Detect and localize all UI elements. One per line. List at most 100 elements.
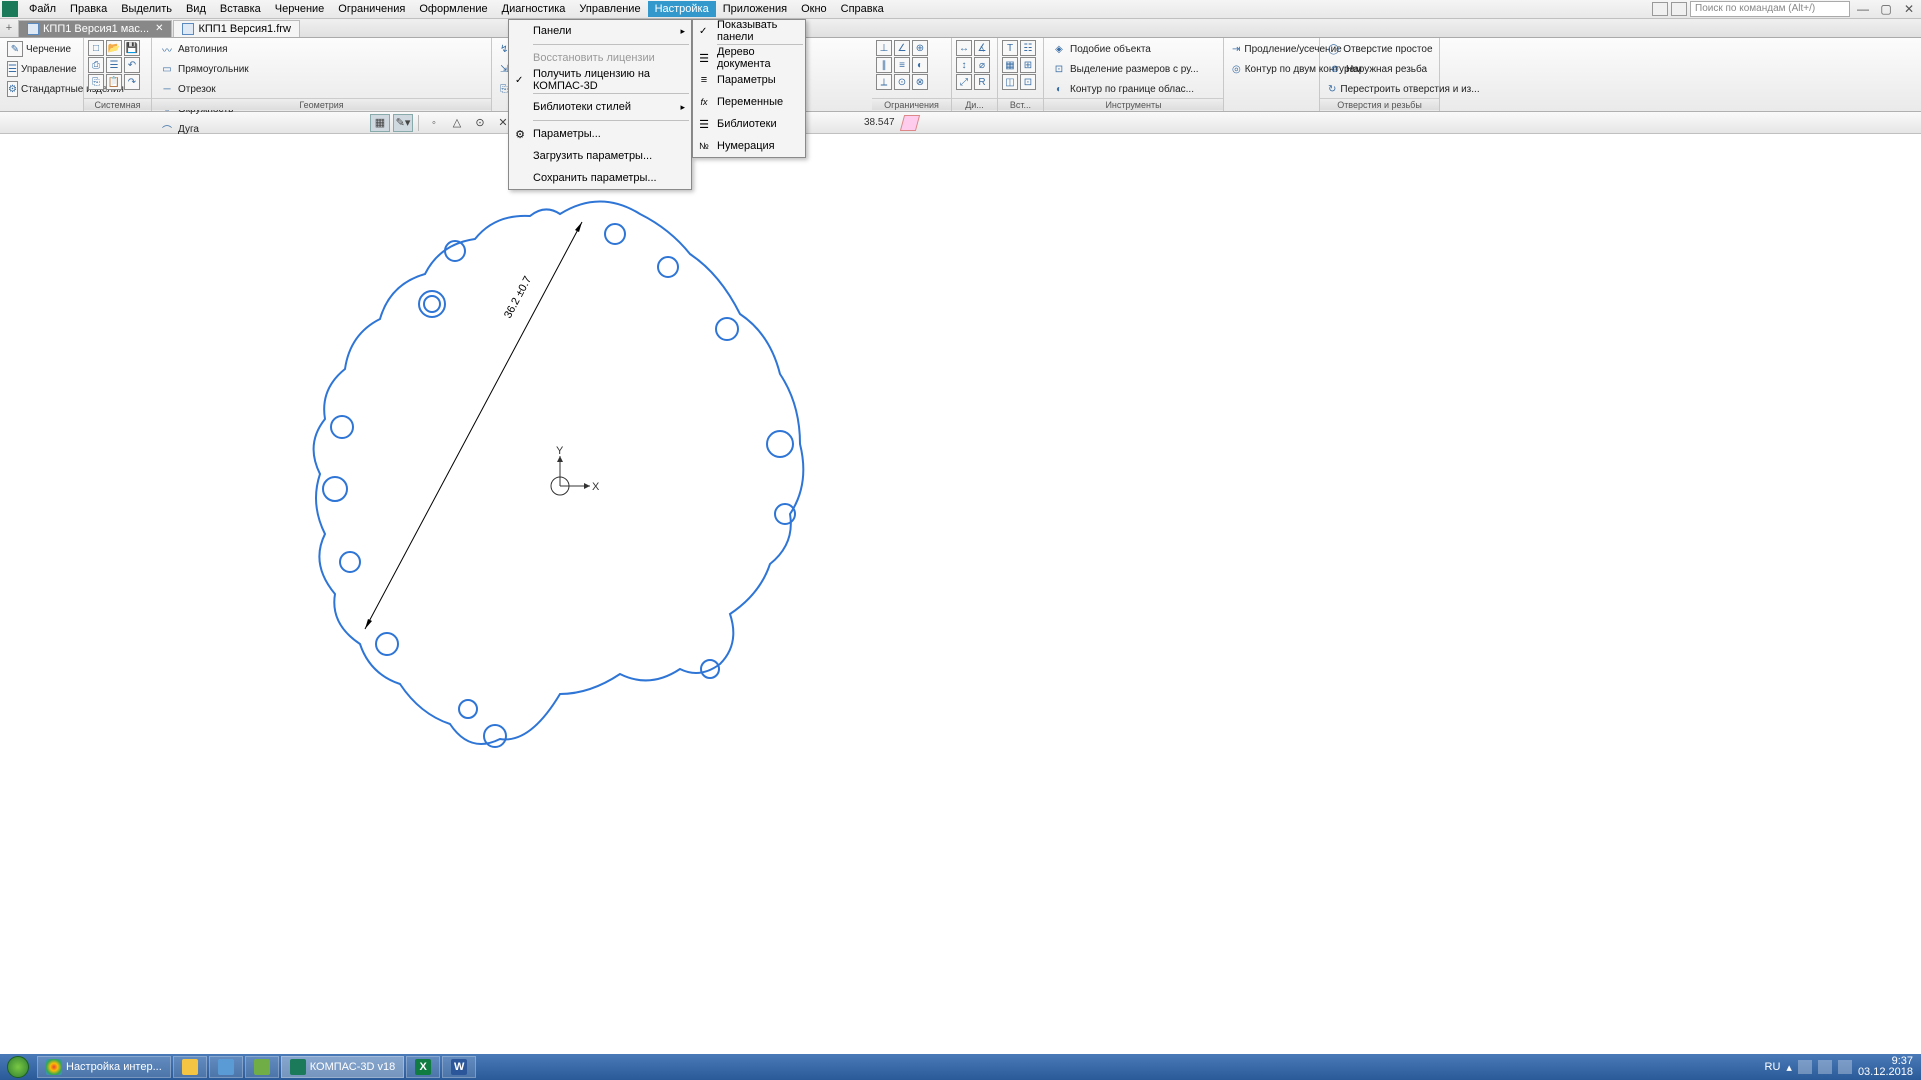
task-explorer[interactable]	[173, 1056, 207, 1078]
new-icon[interactable]: □	[88, 40, 104, 56]
ins-icon[interactable]: ⊞	[1020, 57, 1036, 73]
tool-selectdim[interactable]: ⊡Выделение размеров с ру...	[1048, 60, 1219, 78]
menu-constraints[interactable]: Ограничения	[331, 1, 412, 17]
lang-indicator[interactable]: RU	[1765, 1061, 1781, 1073]
copy-icon[interactable]: ⎘	[88, 74, 104, 90]
menu-settings[interactable]: Настройка	[648, 1, 716, 17]
constraint-icon[interactable]: ⊕	[912, 40, 928, 56]
properties-icon[interactable]: ☰	[106, 57, 122, 73]
task-app3[interactable]	[245, 1056, 279, 1078]
tool-boundary[interactable]: ◐Контур по границе облас...	[1048, 80, 1219, 98]
dim-icon[interactable]: R	[974, 74, 990, 90]
task-kompas[interactable]: КОМПАС-3D v18	[281, 1056, 404, 1078]
menu-apps[interactable]: Приложения	[716, 1, 794, 17]
document-tabbar: + КПП1 Версия1 мас... ✕ КПП1 Версия1.frw	[0, 19, 1921, 38]
dd-get-license[interactable]: ✓Получить лицензию на КОМПАС-3D	[509, 69, 691, 91]
dd-numbering[interactable]: №Нумерация	[693, 135, 805, 157]
doc-tab-0[interactable]: КПП1 Версия1 мас... ✕	[18, 20, 172, 37]
constraint-icon[interactable]: ⊗	[912, 74, 928, 90]
minimize-button[interactable]: —	[1853, 2, 1873, 16]
save-icon[interactable]: 💾	[124, 40, 140, 56]
maximize-button[interactable]: ▢	[1876, 2, 1896, 16]
action-center-icon[interactable]	[1818, 1060, 1832, 1074]
volume-icon[interactable]	[1838, 1060, 1852, 1074]
task-excel[interactable]: X	[406, 1056, 440, 1078]
constraint-icon[interactable]: ⟂	[876, 74, 892, 90]
group-label: Системная	[84, 98, 151, 110]
mode-manage[interactable]: ☰Управление	[4, 60, 79, 78]
taskbar-clock[interactable]: 9:37 03.12.2018	[1858, 1056, 1913, 1078]
menu-manage[interactable]: Управление	[572, 1, 647, 17]
toolbar-btn-1[interactable]	[1652, 2, 1668, 16]
close-button[interactable]: ✕	[1899, 2, 1919, 16]
constraint-icon[interactable]: ∥	[876, 57, 892, 73]
paste-icon[interactable]: 📋	[106, 74, 122, 90]
dd-load-params[interactable]: Загрузить параметры...	[509, 145, 691, 167]
tool-similar[interactable]: ◈Подобие объекта	[1048, 40, 1219, 58]
ins-icon[interactable]: ☷	[1020, 40, 1036, 56]
eraser-icon[interactable]	[899, 115, 919, 131]
menu-edit[interactable]: Правка	[63, 1, 114, 17]
ins-icon[interactable]: ▦	[1002, 57, 1018, 73]
constraint-icon[interactable]: ⊙	[894, 74, 910, 90]
dd-variables[interactable]: fxПеременные	[693, 91, 805, 113]
constraint-icon[interactable]: ⊥	[876, 40, 892, 56]
dim-icon[interactable]: ∡	[974, 40, 990, 56]
dim-icon[interactable]: ↔	[956, 40, 972, 56]
redo-icon[interactable]: ↷	[124, 74, 140, 90]
tab-add[interactable]: +	[0, 22, 18, 34]
constraint-icon[interactable]: ◐	[912, 57, 928, 73]
tool-rebuild[interactable]: ↻Перестроить отверстия и из...	[1324, 80, 1435, 98]
doc-tab-1[interactable]: КПП1 Версия1.frw	[173, 20, 299, 37]
windows-taskbar: Настройка интер... КОМПАС-3D v18 X W RU …	[0, 1054, 1921, 1080]
dd-doc-tree[interactable]: ☰Дерево документа	[693, 47, 805, 69]
rect-icon: ▭	[159, 61, 175, 77]
mode-standard[interactable]: ⚙Стандартные изделия	[4, 80, 79, 98]
dd-parameters[interactable]: ≡Параметры	[693, 69, 805, 91]
dd-show-panels[interactable]: ✓Показывать панели	[693, 20, 805, 42]
constraint-icon[interactable]: ∠	[894, 40, 910, 56]
undo-icon[interactable]: ↶	[124, 57, 140, 73]
ins-icon[interactable]: ◫	[1002, 74, 1018, 90]
menu-help[interactable]: Справка	[834, 1, 891, 17]
start-button[interactable]	[0, 1054, 36, 1080]
drawing-canvas[interactable]: X Y 36.2 ±0.7	[0, 134, 1921, 1054]
print-icon[interactable]: ⎙	[88, 57, 104, 73]
menu-insert[interactable]: Вставка	[213, 1, 268, 17]
menu-select[interactable]: Выделить	[114, 1, 179, 17]
menu-design[interactable]: Оформление	[412, 1, 494, 17]
command-search[interactable]: Поиск по командам (Alt+/)	[1690, 1, 1850, 17]
tool-hole[interactable]: ◯Отверстие простое	[1324, 40, 1435, 58]
tool-autoline[interactable]: 〰Автолиния	[156, 40, 487, 58]
tool-extend[interactable]: ⇥Продление/усечение	[1228, 40, 1315, 58]
menu-diagnostics[interactable]: Диагностика	[495, 1, 573, 17]
menu-view[interactable]: Вид	[179, 1, 213, 17]
dd-panels[interactable]: Панели▸	[509, 20, 691, 42]
ins-icon[interactable]: T	[1002, 40, 1018, 56]
tool-segment[interactable]: ─Отрезок	[156, 80, 487, 98]
dim-icon[interactable]: ↕	[956, 57, 972, 73]
constraint-icon[interactable]: ≡	[894, 57, 910, 73]
tray-up-icon[interactable]: ▴	[1786, 1061, 1792, 1074]
tool-twocontour[interactable]: ◎Контур по двум контурам	[1228, 60, 1315, 78]
task-chrome[interactable]: Настройка интер...	[37, 1056, 171, 1078]
dd-style-libs[interactable]: Библиотеки стилей▸	[509, 96, 691, 118]
task-app2[interactable]	[209, 1056, 243, 1078]
open-icon[interactable]: 📂	[106, 40, 122, 56]
dim-icon[interactable]: ⌀	[974, 57, 990, 73]
toolbar-btn-2[interactable]	[1671, 2, 1687, 16]
dim-icon[interactable]: ⤢	[956, 74, 972, 90]
tab-close-icon[interactable]: ✕	[155, 23, 163, 34]
flag-icon[interactable]	[1798, 1060, 1812, 1074]
menu-file[interactable]: Файл	[22, 1, 63, 17]
tool-thread[interactable]: ⊚Наружная резьба	[1324, 60, 1435, 78]
tool-rect[interactable]: ▭Прямоугольник	[156, 60, 487, 78]
ins-icon[interactable]: ⊡	[1020, 74, 1036, 90]
dd-save-params[interactable]: Сохранить параметры...	[509, 167, 691, 189]
menu-drawing[interactable]: Черчение	[268, 1, 332, 17]
dd-libraries[interactable]: ☰Библиотеки	[693, 113, 805, 135]
dd-params[interactable]: ⚙Параметры...	[509, 123, 691, 145]
mode-drawing[interactable]: ✎Черчение	[4, 40, 79, 58]
task-word[interactable]: W	[442, 1056, 476, 1078]
menu-window[interactable]: Окно	[794, 1, 834, 17]
